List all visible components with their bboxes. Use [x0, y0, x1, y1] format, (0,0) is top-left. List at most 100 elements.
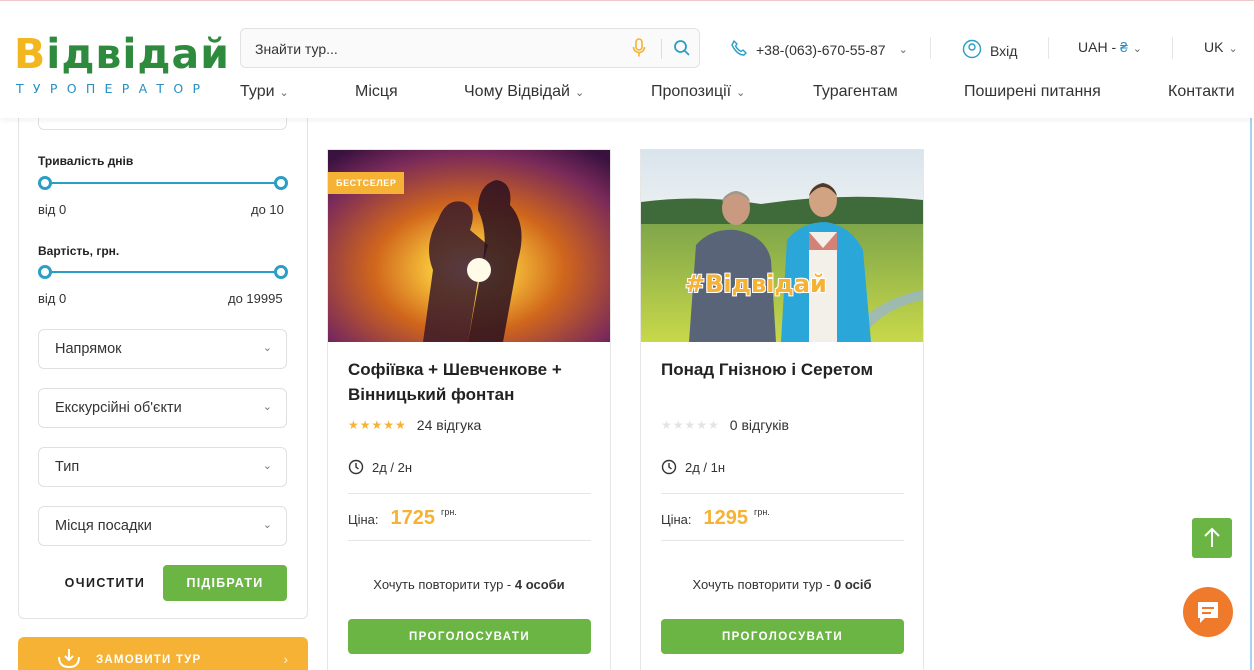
tour-card[interactable]: БЕСТСЕЛЕР Софіївка + Шевченкове + Вінниц…: [327, 149, 611, 670]
direction-select[interactable]: Напрямок ⌄: [38, 329, 287, 369]
phone-number: +38-(063)-670-55-87: [756, 41, 886, 58]
duration-text: 2д / 2н: [372, 459, 413, 475]
star-rating-icon: ★★★★★: [661, 418, 720, 432]
order-tour-label: ЗАМОВИТИ ТУР: [96, 654, 202, 666]
repeat-tour-text: Хочуть повторити тур - 0 осіб: [692, 577, 872, 592]
currency-dropdown[interactable]: UAH - ₴ ⌄: [1078, 39, 1142, 55]
scroll-to-top-button[interactable]: [1192, 518, 1232, 558]
nav-tours[interactable]: Тури ⌄: [240, 83, 289, 101]
nav-offers[interactable]: Пропозиції ⌄: [651, 83, 745, 101]
tour-price: Ціна: 1725 грн.: [348, 507, 457, 530]
slider-max-handle[interactable]: [274, 265, 288, 279]
price-value: 1295: [703, 507, 749, 529]
tour-price: Ціна: 1295 грн.: [661, 507, 770, 530]
duration-max-value: до 10: [251, 202, 284, 217]
slider-max-handle[interactable]: [274, 176, 288, 190]
tour-card[interactable]: #Відвідай Понад Гнізною і Серетом ★★★★★ …: [640, 149, 924, 670]
hryvnia-symbol: ₴: [1120, 39, 1128, 55]
divider: [348, 493, 591, 494]
price-currency: грн.: [441, 507, 457, 517]
search-divider: [661, 39, 662, 59]
duration-slider[interactable]: [38, 176, 288, 190]
header-divider: [1172, 37, 1173, 59]
nav-why[interactable]: Чому Відвідай ⌄: [464, 83, 584, 101]
nav-faq[interactable]: Поширені питання: [964, 83, 1101, 101]
login-link[interactable]: Вхід: [962, 39, 1017, 62]
clock-icon: [348, 459, 364, 475]
chevron-down-icon: ⌄: [262, 342, 272, 354]
search-icon[interactable]: [673, 39, 691, 62]
type-select-label: Тип: [55, 459, 80, 475]
user-icon: [962, 39, 982, 62]
chevron-down-icon: ⌄: [279, 87, 289, 99]
slider-track: [44, 271, 282, 273]
price-currency: грн.: [754, 507, 770, 517]
boarding-place-label: Місця посадки: [55, 518, 152, 534]
photo-caption-overlay: #Відвідай: [685, 270, 827, 298]
tour-image[interactable]: #Відвідай: [641, 150, 923, 342]
clock-icon: [661, 459, 677, 475]
hands-icon: [56, 647, 82, 670]
price-label: Ціна:: [348, 512, 379, 527]
chevron-down-icon: ⌄: [1132, 43, 1143, 55]
microphone-icon[interactable]: [632, 38, 646, 63]
phone-icon: [730, 39, 748, 60]
slider-min-handle[interactable]: [38, 265, 52, 279]
apply-filters-button[interactable]: ПІДІБРАТИ: [163, 565, 287, 601]
chevron-down-icon: ⌄: [1228, 43, 1238, 55]
clear-filters-button[interactable]: ОЧИСТИТИ: [50, 566, 160, 600]
bestseller-badge: БЕСТСЕЛЕР: [328, 172, 405, 194]
tour-title[interactable]: Понад Гнізною і Серетом: [661, 357, 911, 382]
currency-label: UAH -: [1078, 39, 1120, 55]
phone-dropdown[interactable]: +38-(063)-670-55-87 ⌄: [730, 39, 908, 60]
divider: [348, 540, 591, 541]
search-input[interactable]: [255, 39, 615, 59]
slider-min-handle[interactable]: [38, 176, 52, 190]
search-box: [240, 28, 700, 68]
language-dropdown[interactable]: UK ⌄: [1204, 39, 1238, 55]
chevron-down-icon: ⌄: [736, 87, 746, 99]
excursion-objects-label: Екскурсійні об'єкти: [55, 400, 182, 416]
boarding-place-select[interactable]: Місця посадки ⌄: [38, 506, 287, 546]
tour-rating[interactable]: ★★★★★ 24 відгука: [348, 417, 481, 433]
slider-track: [44, 182, 282, 184]
header-divider: [1048, 37, 1049, 59]
language-label: UK: [1204, 39, 1224, 55]
direction-select-label: Напрямок: [55, 341, 122, 357]
chevron-down-icon: ⌄: [262, 519, 272, 531]
price-value: 1725: [390, 507, 436, 529]
price-max-value: до 19995: [228, 291, 283, 306]
chat-button[interactable]: [1183, 587, 1233, 637]
tour-duration: 2д / 2н: [348, 459, 412, 475]
price-label: Ціна:: [661, 512, 692, 527]
vote-button[interactable]: ПРОГОЛОСУВАТИ: [348, 619, 591, 654]
arrow-up-icon: [1204, 527, 1220, 547]
price-slider[interactable]: [38, 265, 288, 279]
duration-min-value: від 0: [38, 202, 67, 217]
price-range-label: Вартість, грн.: [38, 244, 120, 258]
price-min-value: від 0: [38, 291, 67, 306]
type-select[interactable]: Тип ⌄: [38, 447, 287, 487]
site-header: Відвідай ТУРОПЕРАТОР +38-(063)-670-55-87…: [0, 0, 1254, 118]
header-divider: [930, 37, 931, 59]
tour-rating[interactable]: ★★★★★ 0 відгуків: [661, 417, 789, 433]
logo[interactable]: Відвідай ТУРОПЕРАТОР: [14, 31, 229, 101]
nav-places[interactable]: Місця: [355, 83, 398, 101]
duration-text: 2д / 1н: [685, 459, 726, 475]
chevron-down-icon: ⌄: [262, 401, 272, 413]
tour-title[interactable]: Софіївка + Шевченкове + Вінницький фонта…: [348, 357, 598, 407]
excursion-objects-select[interactable]: Екскурсійні об'єкти ⌄: [38, 388, 287, 428]
chevron-right-icon: ›: [283, 651, 288, 667]
chevron-down-icon: ⌄: [898, 44, 908, 56]
chevron-down-icon: ⌄: [574, 87, 585, 99]
logo-wordmark: Відвідай: [14, 30, 230, 78]
order-tour-button[interactable]: ЗАМОВИТИ ТУР ›: [18, 637, 308, 670]
tour-duration: 2д / 1н: [661, 459, 725, 475]
nav-agents[interactable]: Турагентам: [813, 83, 898, 101]
divider: [661, 540, 904, 541]
vote-button[interactable]: ПРОГОЛОСУВАТИ: [661, 619, 904, 654]
logo-subtitle: ТУРОПЕРАТОР: [16, 81, 210, 96]
repeat-count: 0 осіб: [834, 577, 872, 592]
nav-contacts[interactable]: Контакти: [1168, 83, 1235, 101]
tour-image[interactable]: БЕСТСЕЛЕР: [328, 150, 610, 342]
